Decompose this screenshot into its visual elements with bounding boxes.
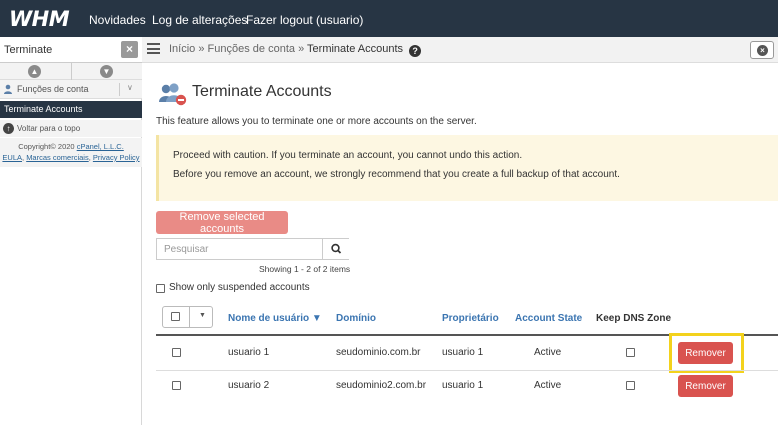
chevron-down-icon: ∨ (127, 83, 133, 92)
highlight-box (669, 333, 744, 373)
sidebar-item-terminate-accounts[interactable]: Terminate Accounts (0, 101, 142, 118)
sidebar-footer: Copyright© 2020 cPanel, L.L.C. EULA, Mar… (0, 138, 142, 167)
category-label: Funções de conta (17, 84, 89, 94)
close-icon: × (757, 45, 768, 56)
nav-link-novidades[interactable]: Novidades (89, 13, 146, 27)
cell-owner: usuario 1 (442, 347, 484, 358)
account-search (156, 238, 349, 260)
cell-domain: seudominio.com.br (336, 347, 421, 358)
search-icon (331, 243, 342, 254)
caret-down-icon[interactable]: ▼ (199, 312, 206, 319)
main-content: Terminate Accounts This feature allows y… (142, 63, 778, 425)
breadcrumb-bar: Início » Funções de conta » Terminate Ac… (142, 37, 778, 63)
keep-dns-zone-checkbox[interactable] (626, 381, 635, 390)
select-all-checkbox[interactable] (171, 312, 180, 321)
column-header-username[interactable]: Nome de usuário ▼ (228, 313, 322, 324)
warning-text-1: Proceed with caution. If you terminate a… (173, 150, 523, 161)
breadcrumb-separator: » (298, 43, 305, 55)
breadcrumb-separator: » (198, 43, 205, 55)
row-checkbox[interactable] (172, 348, 181, 357)
nav-link-changelog[interactable]: Log de alterações (152, 13, 247, 27)
cell-account-state: Active (534, 380, 562, 391)
terminate-users-icon (159, 83, 187, 106)
warning-text-2: Before you remove an account, we strongl… (173, 169, 620, 180)
cpanel-link[interactable]: cPanel, L.L.C. (77, 142, 124, 151)
column-header-domain[interactable]: Domínio (336, 313, 376, 324)
arrow-up-icon: ↑ (3, 123, 14, 134)
cell-username: usuario 1 (228, 347, 270, 358)
breadcrumb: Início » Funções de conta » Terminate Ac… (169, 43, 422, 57)
suspended-only-checkbox[interactable] (156, 284, 165, 293)
clear-search-icon[interactable]: × (121, 41, 138, 58)
page-title: Terminate Accounts (192, 83, 332, 100)
sidebar-expand-collapse: ▲ ▼ (0, 63, 142, 80)
help-icon[interactable]: ? (409, 45, 422, 57)
menu-icon[interactable] (147, 43, 160, 54)
column-header-keep-dns-zone: Keep DNS Zone (596, 313, 672, 324)
divider (119, 83, 120, 96)
back-to-top-label: Voltar para o topo (17, 124, 81, 133)
page-description: This feature allows you to terminate one… (156, 116, 477, 127)
row-divider (156, 370, 778, 371)
remove-account-button[interactable]: Remover (678, 375, 733, 397)
warning-callout: Proceed with caution. If you terminate a… (156, 135, 778, 201)
column-header-owner[interactable]: Proprietário (442, 313, 499, 324)
bulk-select-dropdown[interactable]: ▼ (162, 306, 213, 328)
eula-link[interactable]: EULA (2, 153, 22, 162)
close-button[interactable]: × (750, 41, 774, 59)
cell-domain: seudominio2.com.br (336, 380, 427, 391)
divider (189, 307, 190, 327)
sidebar-search-input[interactable] (0, 37, 120, 62)
sidebar: × ▲ ▼ Funções de conta ∨ Terminate Accou… (0, 37, 142, 425)
whm-logo[interactable]: WHM (9, 7, 70, 31)
user-icon (4, 84, 12, 94)
cell-owner: usuario 1 (442, 380, 484, 391)
pagination-summary: Showing 1 - 2 of 2 items (259, 264, 351, 274)
breadcrumb-current: Terminate Accounts (307, 43, 404, 55)
sidebar-search: × (0, 37, 142, 63)
cell-account-state: Active (534, 347, 562, 358)
breadcrumb-section[interactable]: Funções de conta (208, 43, 295, 55)
privacy-policy-link[interactable]: Privacy Policy (93, 153, 140, 162)
column-header-account-state[interactable]: Account State (515, 313, 582, 324)
trademarks-link[interactable]: Marcas comerciais (26, 153, 89, 162)
divider (71, 63, 72, 80)
keep-dns-zone-checkbox[interactable] (626, 348, 635, 357)
expand-all-icon[interactable]: ▼ (100, 65, 113, 78)
row-checkbox[interactable] (172, 381, 181, 390)
search-button[interactable] (322, 239, 349, 259)
suspended-only-label: Show only suspended accounts (169, 282, 310, 293)
sidebar-category-select[interactable]: Funções de conta ∨ (0, 80, 142, 99)
top-bar: WHM Novidades Log de alterações Fazer lo… (0, 0, 778, 37)
nav-link-logout[interactable]: Fazer logout (usuario) (246, 13, 363, 27)
account-search-input[interactable] (157, 239, 322, 259)
back-to-top-link[interactable]: ↑ Voltar para o topo (0, 120, 142, 137)
breadcrumb-home[interactable]: Início (169, 43, 195, 55)
collapse-all-icon[interactable]: ▲ (28, 65, 41, 78)
cell-username: usuario 2 (228, 380, 270, 391)
remove-selected-accounts-button[interactable]: Remove selected accounts (156, 211, 288, 235)
copyright-text: Copyright© 2020 (18, 142, 75, 151)
